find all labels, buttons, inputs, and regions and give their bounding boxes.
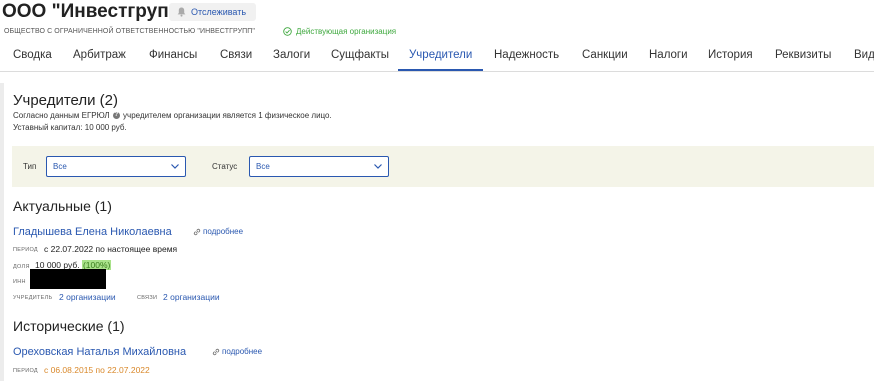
more-label: подробнее [222,347,263,356]
tab-bar: Сводка Арбитраж Финансы Связи Залоги Сущ… [0,41,874,72]
bell-icon [177,7,186,17]
tab-zalogi[interactable]: Залоги [273,49,310,61]
tab-rekvizity[interactable]: Реквизиты [775,49,831,61]
founder-of-link[interactable]: 2 организации [59,292,116,302]
historical-founders-heading: Исторические (1) [13,318,125,334]
status-badge: Действующая организация [283,27,396,36]
tab-finansy[interactable]: Финансы [149,49,197,61]
info-icon[interactable]: ? [112,112,120,120]
tab-nadezhnost[interactable]: Надежность [494,49,559,61]
tab-istoriya[interactable]: История [708,49,753,61]
current-founder-more-link[interactable]: подробнее [193,227,243,236]
status-filter-label: Статус [212,162,238,171]
share-label: ДОЛЯ [13,264,30,270]
active-tab-indicator [398,69,483,71]
historical-founder-more-link[interactable]: подробнее [212,347,262,356]
company-full-name: ОБЩЕСТВО С ОГРАНИЧЕННОЙ ОТВЕТСТВЕННОСТЬЮ… [4,28,255,35]
chevron-down-icon [170,161,180,171]
status-filter-select[interactable]: Все [249,156,389,177]
status-filter-value: Все [256,162,270,171]
current-founder-name[interactable]: Гладышева Елена Николаевна [13,226,172,238]
panel-left-border [0,83,4,381]
tab-vid[interactable]: Вид [854,49,874,61]
connections-label: СВЯЗИ [137,295,158,301]
type-filter-select[interactable]: Все [46,156,186,177]
tab-uchrediteli[interactable]: Учредители [409,49,472,61]
period-label: ПЕРИОД [13,368,38,374]
founders-heading: Учредители (2) [13,92,119,109]
inn-label: ИНН [13,279,26,285]
check-circle-icon [283,27,292,36]
tab-nalogi[interactable]: Налоги [649,49,688,61]
period-label: ПЕРИОД [13,247,38,253]
redacted-inn [30,269,106,289]
founder-of-label: УЧРЕДИТЕЛЬ [13,295,53,301]
founders-description: Согласно данным ЕГРЮЛ ? учредителем орга… [13,111,332,120]
current-founders-heading: Актуальные (1) [13,198,112,214]
connections-link[interactable]: 2 организации [163,292,220,302]
tab-arbitrazh[interactable]: Арбитраж [73,49,126,61]
link-icon [193,228,201,236]
type-filter-value: Все [53,162,67,171]
current-period-value: с 22.07.2022 по настоящее время [44,244,178,254]
chevron-down-icon [373,161,383,171]
follow-button[interactable]: Отслеживать [169,3,256,21]
type-filter-label: Тип [23,162,37,171]
follow-label: Отслеживать [191,7,247,17]
historical-period-value: с 06.08.2015 по 22.07.2022 [44,365,150,375]
historical-founder-name[interactable]: Ореховская Наталья Михайловна [13,346,186,358]
link-icon [212,348,220,356]
company-title: ООО "Инвестгрупп" [2,1,190,22]
tab-sanktsii[interactable]: Санкции [582,49,628,61]
tab-svodka[interactable]: Сводка [13,49,52,61]
more-label: подробнее [203,227,244,236]
tab-sushchfakty[interactable]: Сущфакты [331,49,389,61]
status-text: Действующая организация [296,27,397,36]
filter-bar: Тип Все Статус Все [12,146,874,187]
founders-description-end: учредителем организации является 1 физич… [123,111,332,120]
company-header: ООО "Инвестгрупп" Отслеживать ОБЩЕСТВО С… [0,0,874,72]
tab-svyazi[interactable]: Связи [220,49,252,61]
founders-description-start: Согласно данным ЕГРЮЛ [13,111,110,120]
authorized-capital: Уставный капитал: 10 000 руб. [13,123,127,132]
